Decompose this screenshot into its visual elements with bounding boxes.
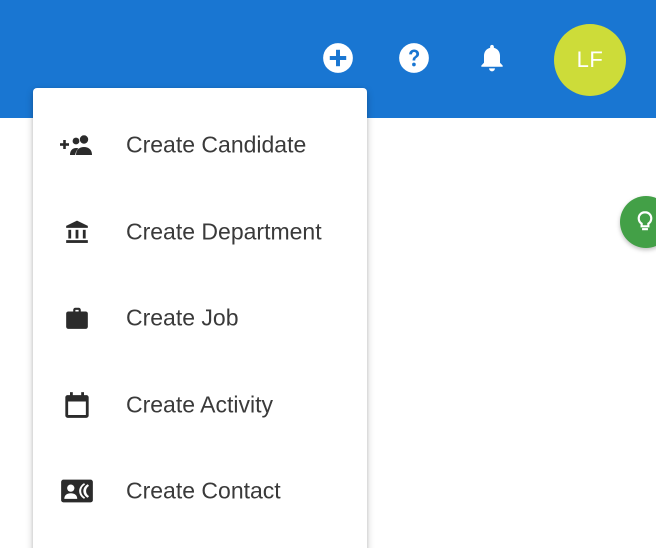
menu-item-create-department[interactable]: Create Department [33, 189, 367, 276]
menu-item-label: Create Activity [126, 391, 273, 418]
lightbulb-icon [637, 211, 653, 231]
menu-item-label: Create Job [126, 304, 239, 331]
menu-item-create-contact[interactable]: Create Contact [33, 448, 367, 535]
create-menu-list: Create Candidate Create Department Creat… [33, 102, 367, 535]
notifications-button[interactable] [474, 40, 510, 76]
app-page: LF Create Candidate Create Department Cr… [0, 0, 656, 548]
briefcase-icon [59, 303, 95, 333]
menu-item-label: Create Contact [126, 477, 281, 504]
help-circle-icon [399, 43, 429, 73]
add-circle-icon [323, 43, 353, 73]
avatar-initials: LF [576, 47, 604, 72]
bell-icon [481, 44, 503, 72]
add-button[interactable] [320, 40, 356, 76]
help-button[interactable] [396, 40, 432, 76]
menu-item-create-candidate[interactable]: Create Candidate [33, 102, 367, 189]
contact-card-icon [59, 476, 95, 506]
create-menu: Create Candidate Create Department Creat… [33, 88, 367, 548]
menu-item-label: Create Department [126, 218, 322, 245]
menu-item-create-job[interactable]: Create Job [33, 275, 367, 362]
user-avatar[interactable]: LF [554, 24, 626, 96]
tips-fab-button[interactable] [620, 196, 656, 248]
add-people-icon [59, 130, 95, 160]
menu-item-label: Create Candidate [126, 131, 307, 158]
calendar-icon [59, 390, 95, 420]
bank-icon [59, 217, 95, 247]
menu-item-create-activity[interactable]: Create Activity [33, 362, 367, 449]
